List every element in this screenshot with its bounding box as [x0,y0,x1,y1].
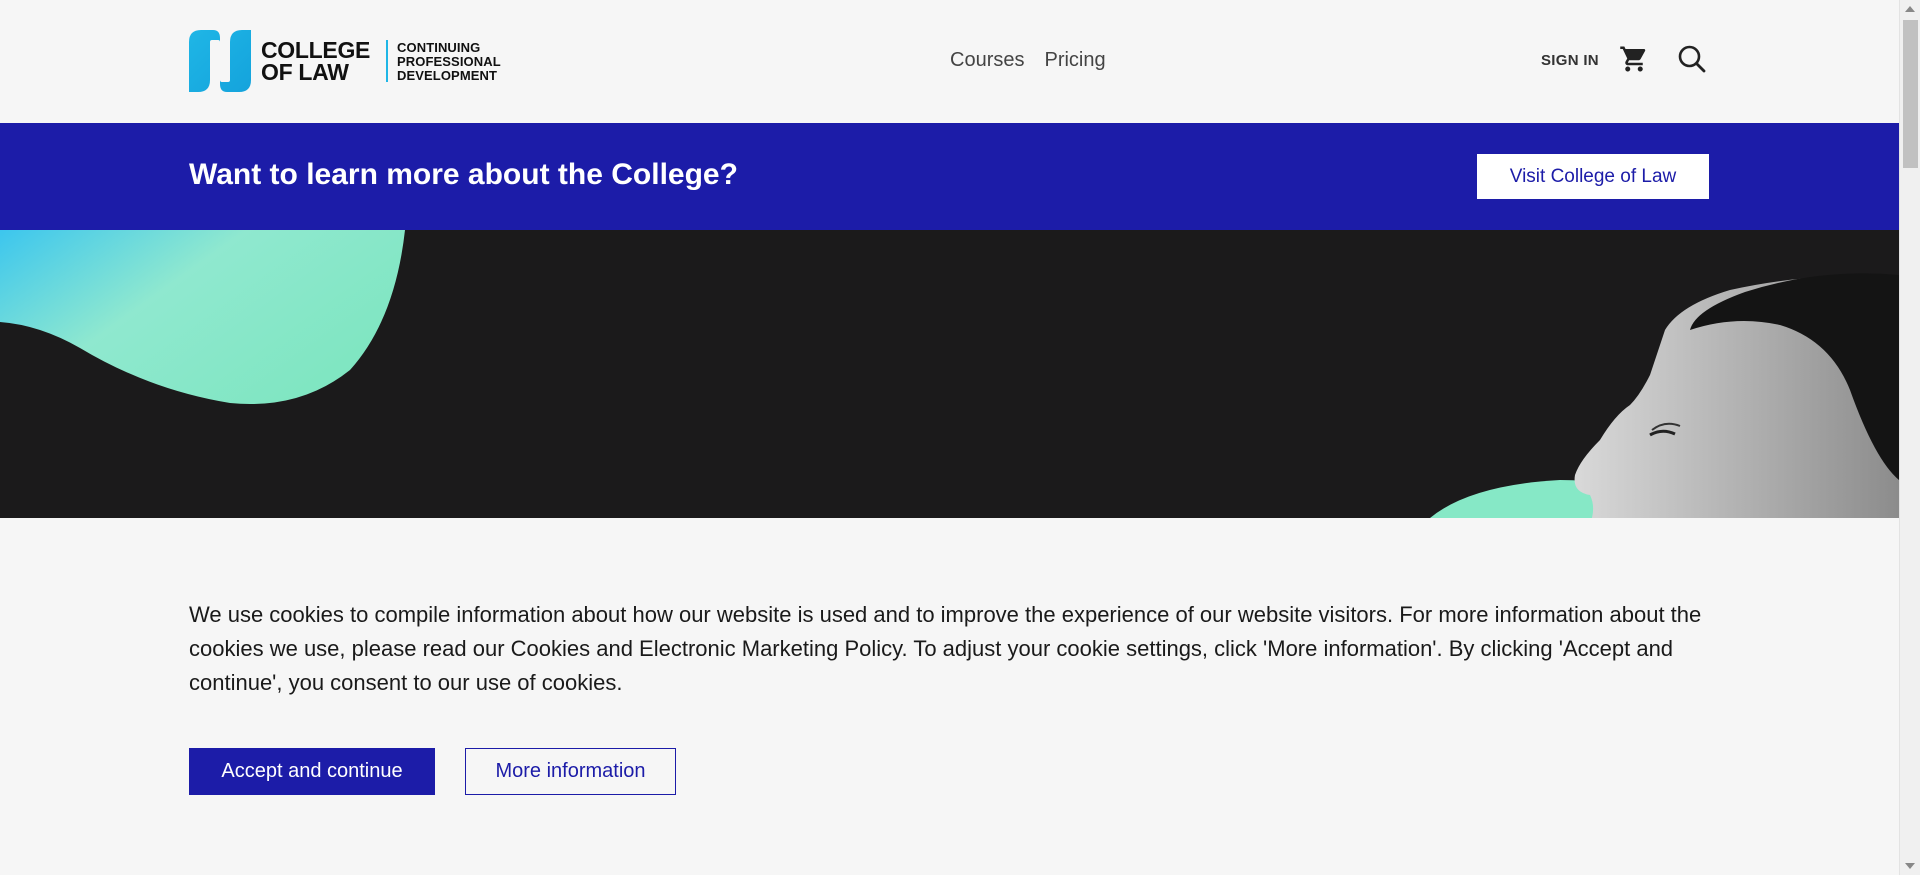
visit-college-button[interactable]: Visit College of Law [1477,154,1709,199]
hero-illustration [0,230,1899,518]
cart-icon[interactable] [1619,44,1649,74]
college-of-law-logo[interactable]: COLLEGE OF LAW CONTINUING PROFESSIONAL DE… [189,30,513,92]
logo-subtitle-line: CONTINUING [397,40,481,55]
logo-wordmark: COLLEGE OF LAW [261,37,371,85]
scroll-thumb[interactable] [1903,20,1918,168]
nav-link-pricing[interactable]: Pricing [1044,49,1105,72]
page: COLLEGE OF LAW CONTINUING PROFESSIONAL DE… [0,0,1899,875]
promo-banner: Want to learn more about the College? Vi… [0,123,1899,230]
logo-mark-icon [189,30,251,92]
logo-subtitle-line: PROFESSIONAL [397,54,501,69]
nav-link-courses[interactable]: Courses [950,49,1024,72]
banner-title: Want to learn more about the College? [189,158,738,191]
search-icon[interactable] [1677,44,1707,74]
logo-subtitle-line: DEVELOPMENT [397,68,498,83]
vertical-scrollbar[interactable] [1899,0,1920,875]
main-nav: Courses Pricing [950,49,1106,72]
logo-subtitle: CONTINUING PROFESSIONAL DEVELOPMENT [397,41,501,83]
cookie-message: We use cookies to compile information ab… [189,602,1702,695]
scroll-up-icon[interactable] [1905,6,1915,12]
hero-image [0,230,1899,518]
sign-in-link[interactable]: SIGN IN [1541,52,1599,69]
scroll-down-icon[interactable] [1905,863,1915,869]
accept-cookies-button[interactable]: Accept and continue [189,748,435,795]
site-header: COLLEGE OF LAW CONTINUING PROFESSIONAL DE… [0,0,1899,123]
more-information-button[interactable]: More information [465,748,676,795]
logo-divider [386,40,388,82]
